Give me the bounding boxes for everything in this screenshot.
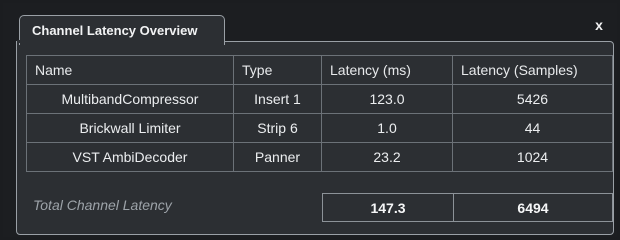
tab-content-joint <box>17 40 221 43</box>
table-row: MultibandCompressor Insert 1 123.0 5426 <box>26 84 613 114</box>
row-latency-samples: 44 <box>452 113 613 143</box>
row-latency-ms: 123.0 <box>321 84 453 114</box>
table-row: Brickwall Limiter Strip 6 1.0 44 <box>26 113 613 143</box>
total-latency-ms-value: 147.3 <box>370 199 406 216</box>
column-header-name: Name <box>26 55 234 85</box>
latency-overview-content: Name Type Latency (ms) Latency (Samples)… <box>16 41 614 235</box>
row-name: VST AmbiDecoder <box>26 142 234 172</box>
column-header-latency-samples: Latency (Samples) <box>452 55 613 85</box>
column-header-type: Type <box>233 55 322 85</box>
row-name: MultibandCompressor <box>26 84 234 114</box>
total-channel-latency-label: Total Channel Latency <box>33 197 172 213</box>
row-type: Panner <box>233 142 322 172</box>
row-type: Strip 6 <box>233 113 322 143</box>
row-latency-samples: 1024 <box>452 142 613 172</box>
row-latency-ms: 23.2 <box>321 142 453 172</box>
total-latency-samples: 6494 <box>453 193 613 222</box>
tab-label: Channel Latency Overview <box>32 23 198 38</box>
column-header-latency-ms: Latency (ms) <box>321 55 453 85</box>
row-name: Brickwall Limiter <box>26 113 234 143</box>
table-row: VST AmbiDecoder Panner 23.2 1024 <box>26 142 613 172</box>
total-latency-ms: 147.3 <box>322 193 454 222</box>
row-latency-samples: 5426 <box>452 84 613 114</box>
row-latency-ms: 1.0 <box>321 113 453 143</box>
close-button[interactable]: x <box>591 16 607 34</box>
latency-table: Name Type Latency (ms) Latency (Samples)… <box>26 55 613 172</box>
total-latency-samples-value: 6494 <box>517 199 549 216</box>
table-header-row: Name Type Latency (ms) Latency (Samples) <box>26 55 613 85</box>
close-icon: x <box>595 17 603 33</box>
row-type: Insert 1 <box>233 84 322 114</box>
